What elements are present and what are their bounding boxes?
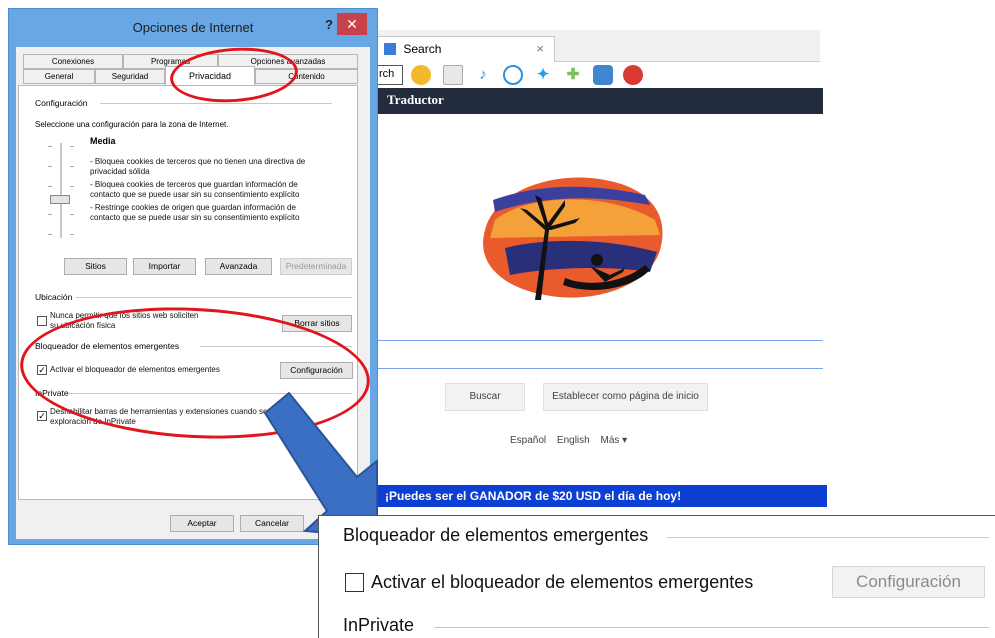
- help-icon[interactable]: ?: [325, 17, 333, 32]
- browser-toolbar: rch ♪ ✦ ✚: [345, 62, 820, 88]
- chat-bubble-icon[interactable]: [503, 65, 523, 85]
- import-button[interactable]: Importar: [133, 258, 196, 275]
- toolbar-search-button[interactable]: rch: [375, 65, 403, 85]
- slider-tick: [70, 234, 74, 235]
- privacy-slider-thumb[interactable]: [50, 195, 70, 204]
- privacy-desc-line-4: contacto que se puede usar sin su consen…: [90, 190, 300, 199]
- browser-tab-title: Search: [403, 42, 442, 56]
- zoom-enable-popup-label: Activar el bloqueador de elementos emerg…: [371, 572, 754, 592]
- zoom-enable-popup-checkbox[interactable]: [345, 573, 364, 592]
- config-heading-rule: [100, 103, 332, 104]
- default-button[interactable]: Predeterminada: [280, 258, 352, 275]
- zoom-popup-heading-rule: [667, 537, 989, 538]
- close-button[interactable]: ✕: [337, 13, 367, 35]
- zoom-popup-heading: Bloqueador de elementos emergentes: [343, 525, 649, 545]
- language-link-es[interactable]: Español: [510, 435, 546, 446]
- slider-tick: [48, 146, 52, 147]
- dialog-title: Opciones de Internet: [132, 20, 254, 35]
- slider-tick: [70, 166, 74, 167]
- slider-tick: [48, 214, 52, 215]
- promo-banner[interactable]: ¡Puedes ser el GANADOR de $20 USD el día…: [375, 485, 827, 507]
- angry-bird-icon[interactable]: [623, 65, 643, 85]
- tab-general[interactable]: General: [23, 69, 95, 84]
- search-tab-icon: [384, 43, 396, 55]
- slider-tick: [70, 146, 74, 147]
- zoom-inprivate-heading: InPrivate: [343, 615, 415, 635]
- tab-connections[interactable]: Conexiones: [23, 54, 123, 69]
- privacy-desc-line-2: privacidad sólida: [90, 167, 150, 176]
- location-heading: Ubicación: [35, 292, 73, 302]
- close-tab-icon[interactable]: ×: [536, 41, 544, 56]
- music-note-icon[interactable]: ♪: [473, 65, 493, 85]
- search-divider: [345, 340, 823, 341]
- slider-tick: [48, 186, 52, 187]
- slider-tick: [70, 186, 74, 187]
- tab-security[interactable]: Seguridad: [95, 69, 165, 84]
- sunset-logo-image: [483, 177, 663, 300]
- set-home-button[interactable]: Establecer como página de inicio: [543, 383, 708, 411]
- never-allow-location-checkbox[interactable]: [37, 316, 47, 326]
- privacy-level-label: Media: [90, 136, 116, 146]
- privacy-slider-track: [60, 143, 62, 238]
- slider-tick: [48, 234, 52, 235]
- browser-tabstrip: Search ×: [345, 30, 820, 62]
- sites-button[interactable]: Sitios: [64, 258, 127, 275]
- zoom-popup-settings-button[interactable]: Configuración: [832, 566, 985, 598]
- browser-navbar: Traductor: [345, 88, 823, 114]
- video-icon[interactable]: [443, 65, 463, 85]
- slider-tick: [70, 214, 74, 215]
- privacy-desc-line-6: contacto que se puede usar sin su consen…: [90, 213, 300, 222]
- browser-tab-search[interactable]: Search ×: [375, 36, 555, 62]
- advanced-button[interactable]: Avanzada: [205, 258, 272, 275]
- language-link-en[interactable]: English: [557, 435, 590, 446]
- disable-toolbars-inprivate-checkbox[interactable]: ✓: [37, 411, 47, 421]
- language-link-more[interactable]: Más ▾: [601, 435, 628, 446]
- config-instruction: Seleccione una configuración para la zon…: [35, 120, 229, 129]
- slider-tick: [48, 166, 52, 167]
- config-heading: Configuración: [35, 98, 88, 108]
- android-icon[interactable]: ✚: [563, 65, 583, 85]
- nav-item-translator[interactable]: Traductor: [387, 92, 444, 107]
- app-icon[interactable]: [593, 65, 613, 85]
- smiley-icon[interactable]: [411, 65, 431, 85]
- zoom-inprivate-heading-rule: [434, 627, 989, 628]
- ok-button[interactable]: Aceptar: [170, 515, 234, 532]
- language-links: Español English Más ▾: [510, 435, 635, 446]
- privacy-desc-line-5: - Restringe cookies de origen que guarda…: [90, 203, 296, 212]
- zoom-inset: Bloqueador de elementos emergentes Activ…: [318, 515, 995, 638]
- privacy-desc-line-3: - Bloquea cookies de terceros que guarda…: [90, 180, 298, 189]
- twitter-bird-icon[interactable]: ✦: [533, 65, 553, 85]
- privacy-desc-line-1: - Bloquea cookies de terceros que no tie…: [90, 157, 306, 166]
- search-button[interactable]: Buscar: [445, 383, 525, 411]
- location-heading-rule: [76, 297, 352, 298]
- search-divider-lower: [345, 368, 823, 369]
